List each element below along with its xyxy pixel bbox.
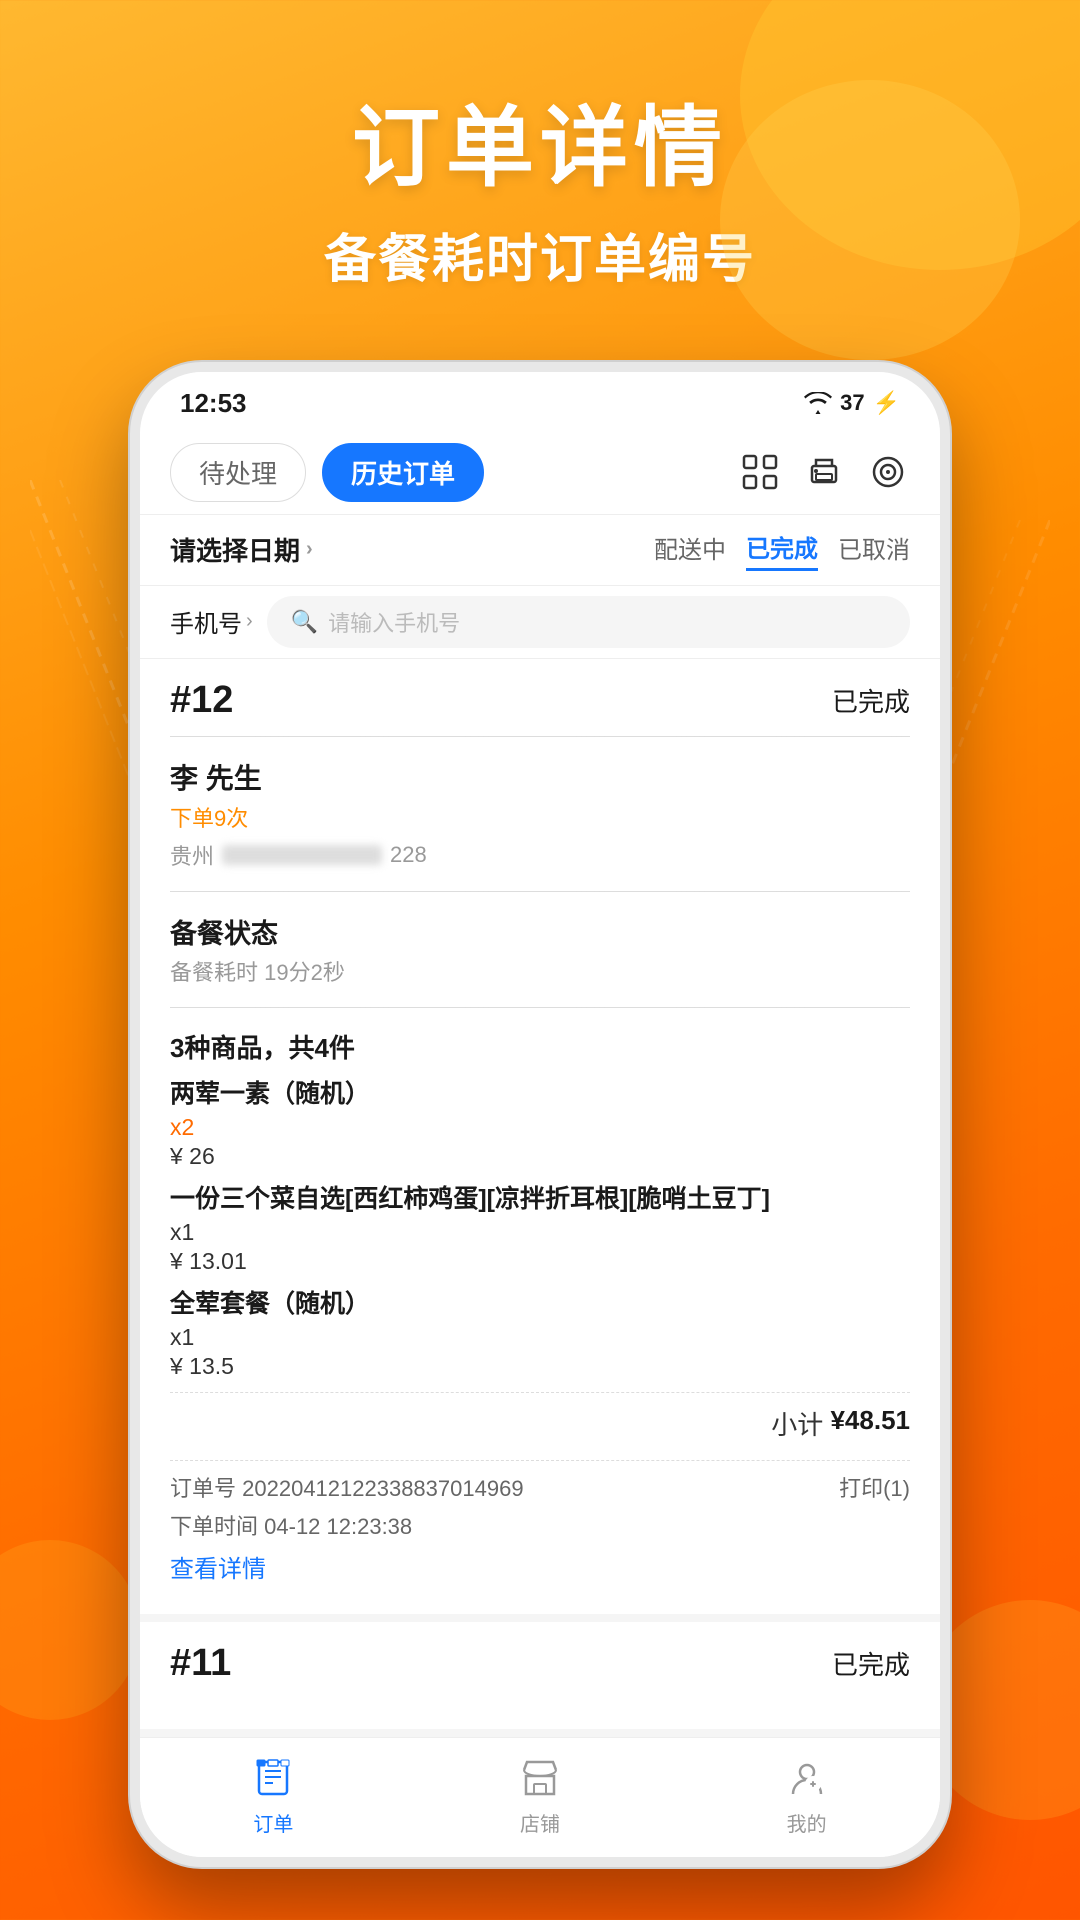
filter-completed[interactable]: 已完成 — [746, 529, 818, 571]
item-name-3: 全荤套餐（随机） — [170, 1287, 910, 1322]
nav-icon-profile — [783, 1754, 831, 1802]
tab-bar: 待处理 历史订单 — [140, 427, 940, 515]
battery-level: 37 — [840, 390, 864, 416]
nav-icon-shop — [516, 1754, 564, 1802]
phone-filter-label[interactable]: 手机号 › — [170, 604, 253, 639]
customer-info-12: 李 先生 下单9次 贵州 228 — [170, 747, 910, 881]
search-bar: 手机号 › 🔍 请输入手机号 — [140, 586, 940, 659]
phone-mockup: 12:53 37 ⚡ 待处理 历史订单 — [130, 362, 950, 1867]
customer-address-12: 贵州 228 — [170, 839, 910, 871]
item-price-3: ¥ 13.5 — [170, 1353, 910, 1380]
customer-name-12: 李 先生 — [170, 757, 910, 797]
item-qty-3: x1 — [170, 1324, 910, 1351]
order-status-11: 已完成 — [832, 1645, 910, 1682]
search-icon: 🔍 — [291, 609, 318, 635]
order-id-value: 20220412122338837014969 — [242, 1476, 523, 1501]
search-placeholder-text: 请输入手机号 — [328, 606, 460, 638]
filter-delivering[interactable]: 配送中 — [654, 530, 726, 569]
item-row-2: 一份三个菜自选[西红柿鸡蛋][凉拌折耳根][脆哨土豆丁] x1 ¥ 13.01 — [170, 1182, 910, 1275]
status-time: 12:53 — [180, 388, 247, 419]
scan-icon-button[interactable] — [738, 450, 782, 494]
print-button[interactable]: 打印(1) — [839, 1471, 910, 1503]
date-filter[interactable]: 请选择日期 › — [170, 531, 313, 568]
divider-1 — [170, 736, 910, 737]
order-number-11: #11 — [170, 1642, 231, 1685]
subtotal-amount: ¥48.51 — [830, 1405, 910, 1442]
order-id: 订单号 20220412122338837014969 — [170, 1471, 524, 1503]
nav-item-shop[interactable]: 店铺 — [407, 1754, 674, 1837]
tab-history[interactable]: 历史订单 — [322, 443, 484, 502]
tab-icons — [738, 450, 910, 494]
item-qty-2: x1 — [170, 1219, 910, 1246]
filter-cancelled[interactable]: 已取消 — [838, 530, 910, 569]
order-number-12: #12 — [170, 679, 233, 722]
divider-2 — [170, 891, 910, 892]
order-time: 下单时间 04-12 12:23:38 — [170, 1509, 910, 1541]
nav-label-shop: 店铺 — [520, 1808, 560, 1837]
nav-label-profile: 我的 — [787, 1808, 827, 1837]
prep-status-12: 备餐状态 备餐耗时 19分2秒 — [170, 902, 910, 997]
date-filter-arrow: › — [306, 538, 313, 561]
order-status-12: 已完成 — [832, 682, 910, 719]
divider-3 — [170, 1007, 910, 1008]
bottom-nav: 订单 店铺 — [140, 1737, 940, 1857]
nav-item-orders[interactable]: 订单 — [140, 1754, 407, 1837]
battery-icon: ⚡ — [873, 390, 900, 416]
subtotal-row: 小计 ¥48.51 — [170, 1392, 910, 1450]
search-input-container[interactable]: 🔍 请输入手机号 — [267, 596, 910, 648]
detail-link[interactable]: 查看详情 — [170, 1549, 910, 1584]
camera-icon-button[interactable] — [866, 450, 910, 494]
status-icons: 37 ⚡ — [804, 390, 900, 416]
order-card-12: #12 已完成 李 先生 下单9次 贵州 228 — [140, 659, 940, 1622]
print-icon-button[interactable] — [802, 450, 846, 494]
prep-time: 备餐耗时 19分2秒 — [170, 955, 910, 987]
items-summary: 3种商品，共4件 — [170, 1028, 910, 1065]
item-price-1: ¥ 26 — [170, 1143, 910, 1170]
order-header-12: #12 已完成 — [170, 679, 910, 722]
item-qty-1: x2 — [170, 1114, 910, 1141]
phone-label-arrow: › — [246, 610, 253, 633]
wifi-icon — [804, 392, 832, 414]
subtotal-label: 小计 — [771, 1405, 830, 1442]
items-section-12: 3种商品，共4件 两荤一素（随机） x2 ¥ 26 一份三个菜自选[西红柿鸡蛋]… — [170, 1018, 910, 1460]
order-header-11: #11 已完成 — [170, 1642, 910, 1685]
address-blur — [222, 845, 382, 865]
order-footer-12: 订单号 20220412122338837014969 打印(1) 下单时间 0… — [170, 1460, 910, 1594]
order-card-11: #11 已完成 — [140, 1622, 940, 1737]
phone-content: 待处理 历史订单 — [140, 427, 940, 1857]
bg-decoration-3 — [0, 1540, 140, 1720]
tab-pending[interactable]: 待处理 — [170, 443, 306, 502]
item-name-2: 一份三个菜自选[西红柿鸡蛋][凉拌折耳根][脆哨土豆丁] — [170, 1182, 910, 1217]
nav-item-profile[interactable]: 我的 — [673, 1754, 940, 1837]
order-count-12: 下单9次 — [170, 801, 910, 833]
bg-decoration-2 — [720, 80, 1020, 360]
item-row-3: 全荤套餐（随机） x1 ¥ 13.5 — [170, 1287, 910, 1380]
prep-status-label: 备餐状态 — [170, 912, 910, 951]
order-meta: 订单号 20220412122338837014969 打印(1) — [170, 1471, 910, 1503]
item-name-1: 两荤一素（随机） — [170, 1077, 910, 1112]
filter-bar: 请选择日期 › 配送中 已完成 已取消 — [140, 515, 940, 586]
item-price-2: ¥ 13.01 — [170, 1248, 910, 1275]
nav-icon-orders — [249, 1754, 297, 1802]
order-time-value: 04-12 12:23:38 — [264, 1514, 412, 1539]
order-list: #12 已完成 李 先生 下单9次 贵州 228 — [140, 659, 940, 1737]
status-bar: 12:53 37 ⚡ — [140, 372, 940, 427]
phone-frame: 12:53 37 ⚡ 待处理 历史订单 — [130, 362, 950, 1867]
item-row-1: 两荤一素（随机） x2 ¥ 26 — [170, 1077, 910, 1170]
status-filters: 配送中 已完成 已取消 — [654, 529, 910, 571]
nav-label-orders: 订单 — [253, 1808, 293, 1837]
